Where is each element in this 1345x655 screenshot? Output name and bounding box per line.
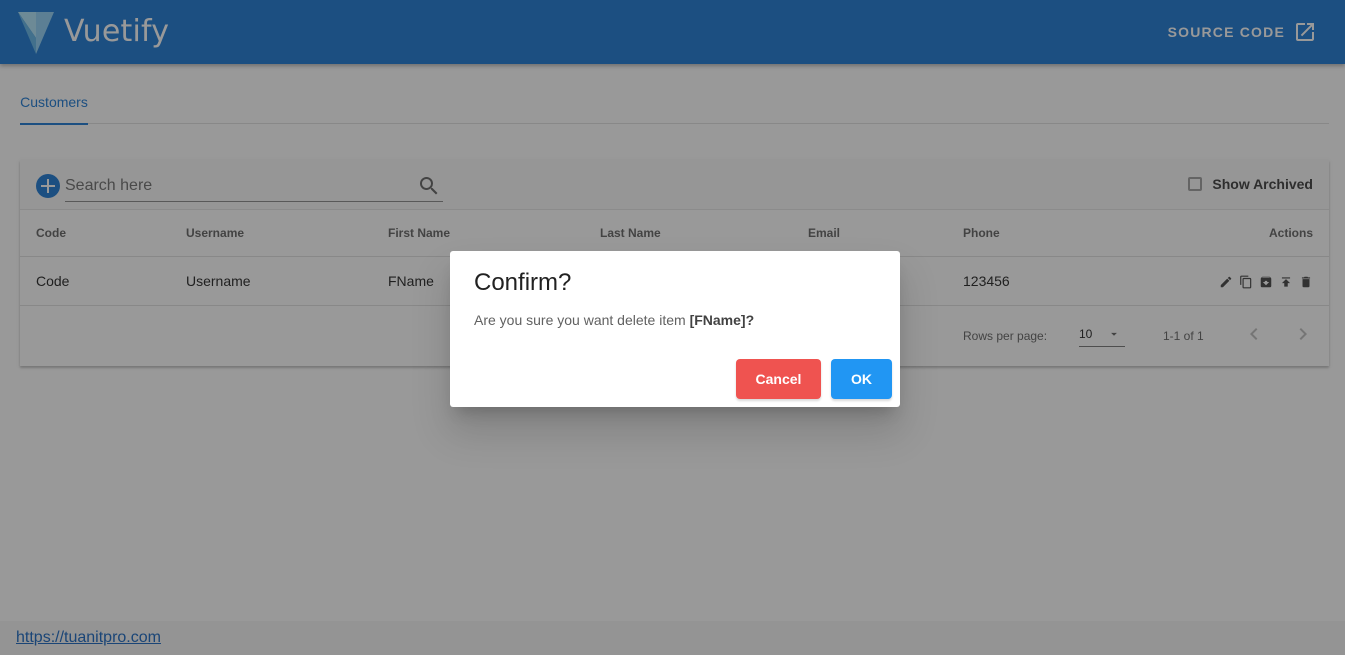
dialog-message-item: [FName]?: [689, 312, 755, 328]
dialog-title: Confirm?: [474, 269, 572, 296]
confirm-dialog: Confirm? Are you sure you want delete it…: [450, 251, 900, 407]
dialog-message: Are you sure you want delete item [FName…: [474, 312, 754, 328]
ok-button[interactable]: OK: [831, 359, 892, 399]
dialog-message-text: Are you sure you want delete item: [474, 312, 690, 328]
cancel-button[interactable]: Cancel: [736, 359, 821, 399]
